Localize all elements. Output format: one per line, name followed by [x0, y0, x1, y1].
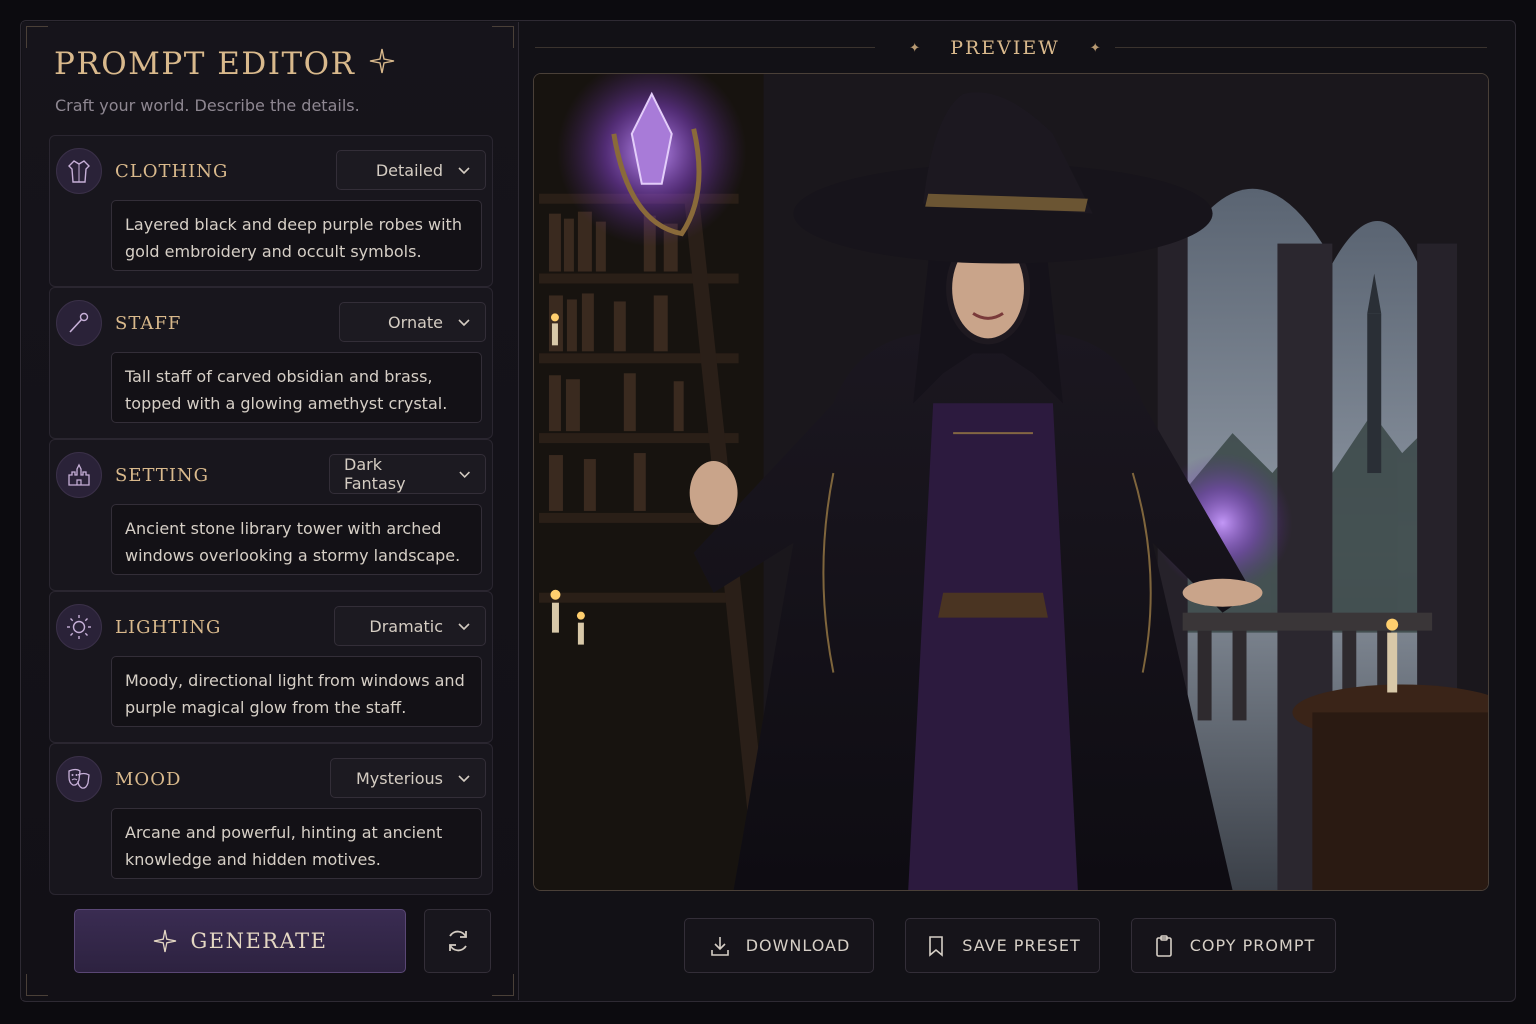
section-label: LIGHTING — [115, 617, 222, 638]
star-ornament-icon: ✦ — [909, 40, 921, 56]
editor-header: PROMPT EDITOR — [54, 46, 395, 82]
select-value: Ornate — [388, 312, 443, 332]
witch-illustration — [534, 74, 1488, 890]
generate-button[interactable]: GENERATE — [74, 909, 406, 973]
download-icon — [710, 936, 729, 956]
download-label: DOWNLOAD — [745, 936, 851, 955]
clothing-style-select[interactable]: Detailed — [336, 150, 486, 190]
section-card-clothing: CLOTHING Detailed Layered black and deep… — [49, 135, 493, 287]
bookmark-icon — [929, 935, 944, 957]
mood-style-select[interactable]: Mysterious — [330, 758, 486, 798]
clipboard-icon — [1155, 934, 1172, 957]
chevron-down-icon — [459, 471, 470, 478]
prompt-editor-panel: PROMPT EDITOR Craft your world. Describe… — [22, 22, 519, 1000]
preview-image — [533, 73, 1489, 891]
chevron-down-icon — [458, 623, 470, 631]
chevron-down-icon — [458, 167, 470, 175]
section-card-setting: SETTING Dark Fantasy Ancient stone libra… — [49, 439, 493, 591]
section-card-mood: MOOD Mysterious Arcane and powerful, hin… — [49, 743, 493, 895]
setting-style-select[interactable]: Dark Fantasy — [329, 454, 486, 494]
theater-masks-icon — [56, 756, 102, 802]
select-value: Dark Fantasy — [344, 455, 406, 493]
download-button[interactable]: DOWNLOAD — [684, 918, 874, 973]
lighting-description-field[interactable]: Moody, directional light from windows an… — [111, 656, 482, 727]
select-value: Mysterious — [355, 768, 443, 788]
section-label: STAFF — [115, 313, 182, 334]
chevron-down-icon — [458, 319, 470, 327]
clothing-description-field[interactable]: Layered black and deep purple robes with… — [111, 200, 482, 271]
page-title: PROMPT EDITOR — [54, 46, 356, 82]
save-preset-label: SAVE PRESET — [962, 936, 1081, 955]
select-value: Detailed — [375, 160, 443, 180]
save-preset-button[interactable]: SAVE PRESET — [905, 918, 1100, 973]
castle-icon — [56, 452, 102, 498]
chevron-down-icon — [458, 775, 470, 783]
copy-prompt-label: COPY PROMPT — [1189, 936, 1316, 955]
staff-description-field[interactable]: Tall staff of carved obsidian and brass,… — [111, 352, 482, 423]
section-card-staff: STAFF Ornate Tall staff of carved obsidi… — [49, 287, 493, 439]
robe-icon — [56, 148, 102, 194]
mood-description-field[interactable]: Arcane and powerful, hinting at ancient … — [111, 808, 482, 879]
wand-icon — [56, 300, 102, 346]
refresh-icon — [448, 930, 467, 952]
generate-label: GENERATE — [190, 929, 328, 953]
preview-title: PREVIEW — [950, 37, 1060, 59]
sparkle-icon — [153, 929, 176, 953]
section-label: MOOD — [115, 769, 182, 790]
preview-header: ✦ PREVIEW ✦ — [870, 36, 1140, 60]
sparkle-icon — [369, 48, 395, 81]
staff-style-select[interactable]: Ornate — [339, 302, 486, 342]
setting-description-field[interactable]: Ancient stone library tower with arched … — [111, 504, 482, 575]
page-subtitle: Craft your world. Describe the details. — [55, 96, 360, 115]
copy-prompt-button[interactable]: COPY PROMPT — [1131, 918, 1336, 973]
lighting-style-select[interactable]: Dramatic — [334, 606, 486, 646]
section-label: CLOTHING — [115, 161, 229, 182]
refresh-button[interactable] — [424, 909, 491, 973]
star-ornament-icon: ✦ — [1089, 40, 1101, 56]
select-value: Dramatic — [369, 616, 443, 636]
section-label: SETTING — [115, 465, 210, 486]
section-card-lighting: LIGHTING Dramatic Moody, directional lig… — [49, 591, 493, 743]
sun-icon — [56, 604, 102, 650]
